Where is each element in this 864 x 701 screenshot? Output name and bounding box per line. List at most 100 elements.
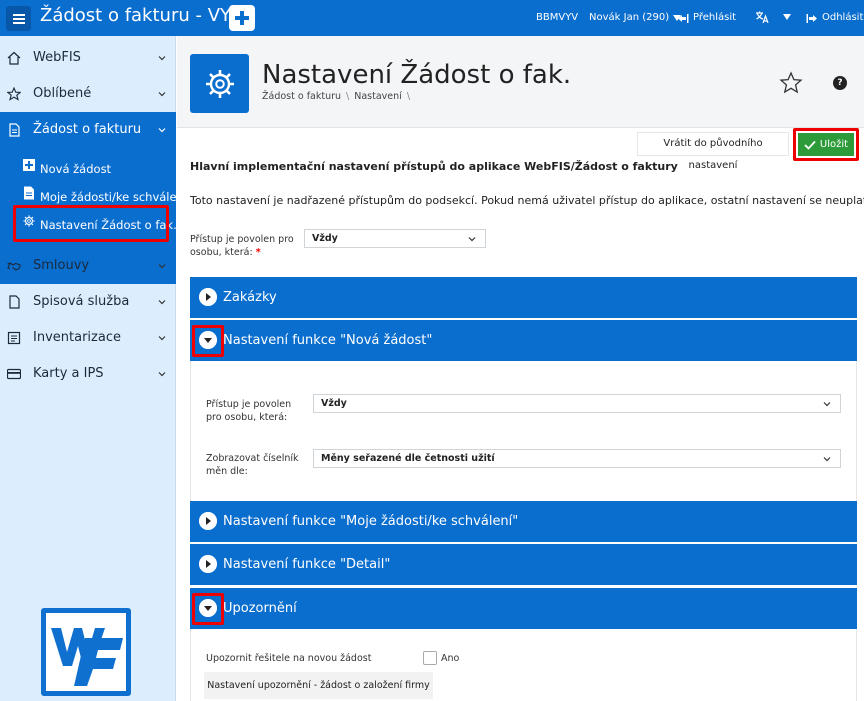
sidebar-item-label: Smlouvy <box>33 258 90 273</box>
sidebar-item-inventory[interactable]: Inventarizace <box>0 320 176 356</box>
sidebar-item-label: Inventarizace <box>33 330 121 345</box>
accordion-notifications[interactable]: Upozornění <box>190 588 857 629</box>
breadcrumb-item[interactable]: Nastavení <box>354 91 402 102</box>
accordion-my-requests[interactable]: Nastavení funkce "Moje žádosti/ke schvál… <box>190 501 857 542</box>
panel-access-label-line-2: pro osobu, která: <box>206 412 288 423</box>
translate-icon <box>756 11 769 23</box>
page-icon <box>190 54 249 113</box>
sidebar-item-invoice-request[interactable]: Žádost o fakturu <box>0 112 176 148</box>
currency-list-label-line: Zobrazovat číselník <box>206 453 299 464</box>
chevron-down-icon <box>158 92 166 97</box>
access-label-line: Přístup je povolen pro <box>190 234 294 245</box>
page-title: Nastavení Žádost o fak. <box>262 60 572 90</box>
hamburger-menu-button[interactable] <box>6 6 31 31</box>
highlight-save-button: Uložit <box>793 128 859 161</box>
sidebar: WebFIS Oblíbené Žádost o fakturu Nová žá… <box>0 36 187 701</box>
panel-access-label-line: Přístup je povolen <box>206 399 292 410</box>
document-icon <box>24 186 34 200</box>
notify-checkbox-label: Ano <box>441 653 460 664</box>
sidebar-item-cards[interactable]: Karty a IPS <box>0 356 176 392</box>
page-header: Nastavení Žádost o fak. Žádost o fakturu… <box>177 36 864 128</box>
logout-label: Odhlásit <box>822 12 864 23</box>
sidebar-item-label: Spisová služba <box>33 294 130 309</box>
chevron-down-icon <box>158 372 166 377</box>
accordion-new-request[interactable]: Nastavení funkce "Nová žádost" <box>190 320 857 361</box>
caret-down-icon <box>783 14 791 20</box>
sidebar-subitem-new-request[interactable]: Nová žádost <box>0 154 176 182</box>
webfis-logo <box>41 608 131 696</box>
accordion-orders[interactable]: Zakázky <box>190 277 857 318</box>
sidebar-item-favorites[interactable]: Oblíbené <box>0 76 176 112</box>
save-button[interactable]: Uložit <box>798 133 854 156</box>
new-item-button[interactable] <box>229 5 255 31</box>
breadcrumb-item[interactable]: Žádost o fakturu <box>262 91 341 102</box>
breadcrumb-separator: \ <box>346 91 350 102</box>
notify-label: Upozornit řešitele na novou žádost <box>206 653 372 664</box>
reset-defaults-button[interactable]: Vrátit do původního nastavení <box>637 132 789 171</box>
chevron-down-icon <box>468 237 476 242</box>
sidebar-item-label: Oblíbené <box>33 86 92 101</box>
accordion-detail[interactable]: Nastavení funkce "Detail" <box>190 544 857 585</box>
currency-list-select-value: Měny seřazené dle četnosti užití <box>321 453 495 464</box>
favorite-star-icon[interactable] <box>779 71 803 95</box>
main-content: Nastavení Žádost o fak. Žádost o fakturu… <box>177 36 864 701</box>
sidebar-item-filing[interactable]: Spisová služba <box>0 284 176 320</box>
panel-new-request: Přístup je povolen pro osobu, která: Vžd… <box>190 361 857 501</box>
document-icon <box>9 123 20 137</box>
section-description: Toto nastavení je nadřazené přístupům do… <box>190 194 864 207</box>
access-label-line-2: osobu, která: * <box>190 247 261 258</box>
logout-icon <box>806 13 817 23</box>
currency-list-select[interactable]: Měny seřazené dle četnosti užití <box>313 449 841 468</box>
panel-access-select[interactable]: Vždy <box>313 394 841 413</box>
highlight-active-subitem <box>13 205 169 242</box>
org-label: BBMVYV <box>536 12 579 23</box>
accordion-label: Nastavení funkce "Moje žádosti/ke schvál… <box>223 514 519 529</box>
chevron-down-icon <box>158 56 166 61</box>
check-icon <box>804 140 816 150</box>
expand-toggle-icon[interactable] <box>199 288 217 306</box>
relogin-button[interactable]: Přehlásit <box>677 11 736 25</box>
section-title: Hlavní implementační nastavení přístupů … <box>190 160 678 173</box>
currency-list-label: Zobrazovat číselník měn dle: <box>206 452 299 478</box>
home-icon <box>7 51 21 65</box>
help-icon[interactable]: ? <box>833 76 847 90</box>
inventory-icon <box>7 331 21 345</box>
sidebar-item-contracts[interactable]: Smlouvy <box>0 248 176 284</box>
access-label: Přístup je povolen pro osobu, která: * <box>190 233 294 259</box>
accordion-label: Nastavení funkce "Nová žádost" <box>223 333 433 348</box>
chevron-down-icon <box>158 336 166 341</box>
notification-settings-button[interactable]: Nastavení upozornění - žádost o založení… <box>204 672 433 699</box>
required-marker: * <box>255 247 261 258</box>
webfis-logo-mark <box>46 613 126 691</box>
expand-toggle-icon[interactable] <box>199 512 217 530</box>
plus-square-icon <box>23 159 35 171</box>
plus-icon <box>235 11 249 25</box>
logout-button[interactable]: Odhlásit <box>806 11 863 25</box>
access-select-value: Vždy <box>312 233 338 244</box>
currency-list-label-line-2: měn dle: <box>206 466 248 477</box>
save-button-label: Uložit <box>819 139 849 150</box>
user-menu[interactable]: Novák Jan (290) <box>589 11 682 25</box>
breadcrumb: Žádost o fakturu \ Nastavení \ <box>262 91 415 102</box>
sidebar-item-webfis[interactable]: WebFIS <box>0 40 176 76</box>
breadcrumb-separator: \ <box>406 91 411 102</box>
org-selector[interactable]: BBMVYV <box>536 11 578 25</box>
relogin-label: Přehlásit <box>693 12 737 23</box>
panel-access-label: Přístup je povolen pro osobu, která: <box>206 398 291 424</box>
expand-toggle-icon[interactable] <box>199 555 217 573</box>
chevron-down-icon <box>823 457 831 462</box>
access-select[interactable]: Vždy <box>304 229 486 248</box>
accordion-label: Zakázky <box>223 290 277 305</box>
chevron-down-icon <box>823 402 831 407</box>
notify-checkbox[interactable] <box>423 651 437 665</box>
relogin-icon <box>678 13 689 23</box>
card-icon <box>7 368 21 380</box>
chevron-down-icon <box>158 264 166 269</box>
hamburger-icon <box>12 13 25 24</box>
language-selector[interactable] <box>755 11 791 23</box>
accordion-label: Upozornění <box>223 601 297 616</box>
sidebar-subitem-label: Nová žádost <box>40 162 112 176</box>
chevron-down-icon <box>158 300 166 305</box>
sidebar-item-label: WebFIS <box>33 50 81 65</box>
gear-icon <box>205 69 234 98</box>
